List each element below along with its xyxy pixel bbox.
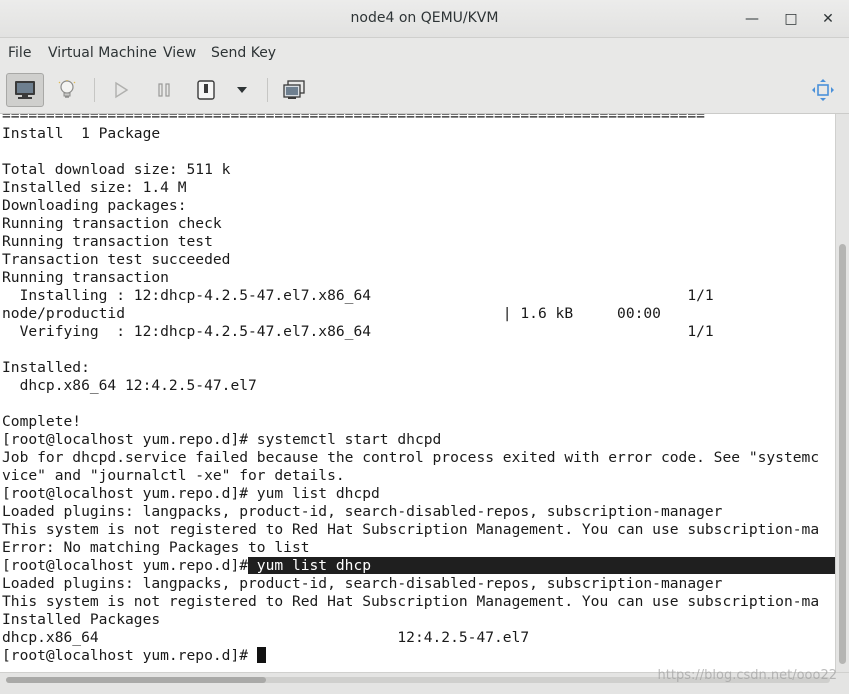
terminal-line: This system is not registered to Red Hat… [2, 521, 820, 538]
maximize-button[interactable]: □ [779, 8, 803, 30]
terminal-line: Loaded plugins: langpacks, product-id, s… [2, 575, 723, 592]
terminal-line: vice" and "journalctl -xe" for details. [2, 467, 345, 484]
console-view-button[interactable] [6, 73, 44, 107]
terminal-line-selected: [root@localhost yum.repo.d]# yum list dh… [2, 557, 835, 575]
pause-icon [158, 83, 170, 97]
details-lightbulb-icon [58, 80, 76, 98]
menu-send-key[interactable]: Send Key [211, 45, 276, 61]
menu-virtual-machine[interactable]: Virtual Machine [48, 45, 157, 61]
terminal-line: This system is not registered to Red Hat… [2, 593, 820, 610]
console-view-icon [15, 81, 35, 99]
vertical-scrollbar-thumb[interactable] [839, 244, 846, 664]
terminal-line: Job for dhcpd.service failed because the… [2, 449, 820, 466]
terminal-line: Total download size: 511 k [2, 161, 231, 178]
details-button[interactable] [48, 73, 86, 107]
shutdown-power-icon [197, 80, 215, 100]
run-button[interactable] [102, 73, 140, 107]
terminal-prompt-line: [root@localhost yum.repo.d]# [2, 647, 835, 665]
shutdown-dropdown-button[interactable] [225, 73, 259, 107]
terminal-line: Running transaction test [2, 233, 213, 250]
snapshot-manager-button[interactable] [275, 73, 313, 107]
pause-button[interactable] [145, 73, 183, 107]
selected-command-text: yum list dhcp [248, 557, 835, 574]
terminal-line: Running transaction check [2, 215, 222, 232]
menu-bar: File Virtual Machine View Send Key [0, 38, 849, 68]
terminal-line: [root@localhost yum.repo.d]# systemctl s… [2, 431, 442, 448]
terminal-line: node/productid | 1.6 kB 00:00 [2, 305, 661, 322]
terminal-line: Verifying : 12:dhcp-4.2.5-47.el7.x86_64 … [2, 323, 714, 340]
toolbar-separator [94, 78, 95, 102]
toolbar-separator [267, 78, 268, 102]
terminal-cursor [256, 647, 266, 663]
menu-file[interactable]: File [8, 45, 31, 61]
horizontal-scrollbar-thumb[interactable] [6, 677, 266, 683]
terminal-line: Transaction test succeeded [2, 251, 231, 268]
menu-view[interactable]: View [163, 45, 196, 61]
terminal-prompt: [root@localhost yum.repo.d]# [2, 647, 257, 664]
watermark: https://blog.csdn.net/ooo22 [657, 668, 837, 683]
run-play-icon [115, 81, 129, 99]
terminal-line: dhcp.x86_64 12:4.2.5-47.el7 [2, 377, 257, 394]
fullscreen-resize-icon [812, 79, 834, 101]
shutdown-button[interactable] [187, 73, 225, 107]
window-titlebar: node4 on QEMU/KVM — □ ✕ [0, 0, 849, 38]
terminal-line: Installed size: 1.4 M [2, 179, 187, 196]
toolbar [0, 68, 849, 114]
vm-console-screen[interactable]: ========================================… [0, 114, 835, 672]
terminal-line: ========================================… [2, 114, 705, 124]
terminal-line: [root@localhost yum.repo.d]# yum list dh… [2, 485, 380, 502]
terminal-line: Loaded plugins: langpacks, product-id, s… [2, 503, 723, 520]
shutdown-dropdown-chevron-icon [237, 87, 247, 93]
terminal-line: Running transaction [2, 269, 169, 286]
minimize-button[interactable]: — [740, 8, 764, 30]
window-title: node4 on QEMU/KVM [350, 10, 499, 26]
terminal-line: Error: No matching Packages to list [2, 539, 310, 556]
terminal-output: ========================================… [2, 114, 835, 665]
terminal-line: Downloading packages: [2, 197, 187, 214]
vertical-scrollbar[interactable] [835, 114, 849, 672]
close-button[interactable]: ✕ [816, 8, 840, 30]
terminal-line: Installing : 12:dhcp-4.2.5-47.el7.x86_64… [2, 287, 714, 304]
terminal-line: Installed: [2, 359, 90, 376]
fullscreen-button[interactable] [804, 73, 842, 107]
terminal-line: dhcp.x86_64 12:4.2.5-47.el7 [2, 629, 530, 646]
terminal-line: Install 1 Package [2, 125, 161, 142]
terminal-prompt: [root@localhost yum.repo.d]# [2, 557, 249, 574]
terminal-line: Installed Packages [2, 611, 161, 628]
snapshot-manager-icon [283, 80, 305, 99]
terminal-line: Complete! [2, 413, 82, 430]
